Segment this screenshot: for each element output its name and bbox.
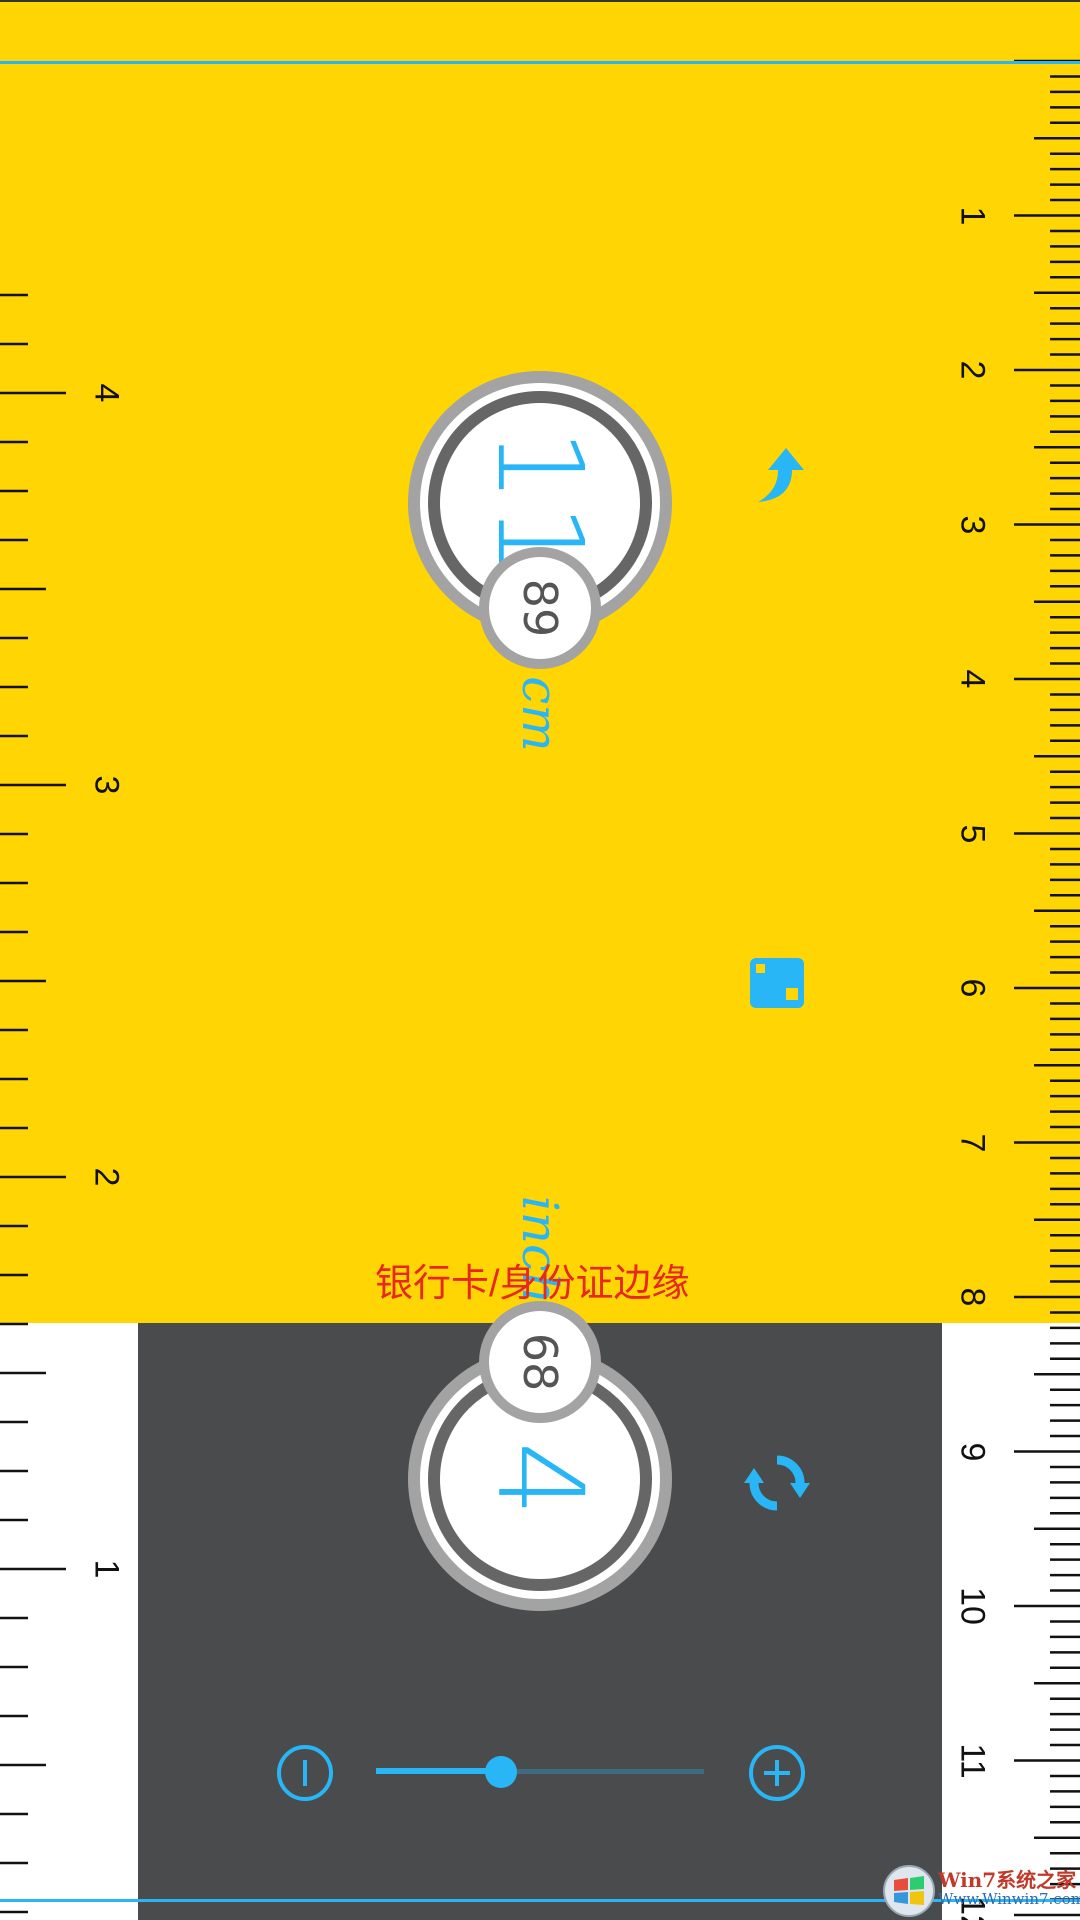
card-button[interactable]	[744, 948, 814, 1018]
cm-ruler-label: 9	[953, 1442, 992, 1461]
ruler-screen: 4321 1 2 3 4 5 6 7 8 9 10 11 12 11 89 cm inch 银行卡/身…	[0, 0, 1080, 1920]
plus-circle-icon	[749, 1745, 805, 1801]
undo-arrow-icon	[758, 448, 804, 502]
zoom-out-button[interactable]	[270, 1738, 340, 1808]
ruler-ticks	[0, 59, 1080, 1917]
watermark-url: Www.Winwin7.com	[938, 1890, 1080, 1908]
measure-guide-top[interactable]	[0, 61, 1080, 64]
inch-ruler-label: 2	[87, 1167, 126, 1187]
cm-ruler-label: 2	[953, 360, 992, 380]
refresh-button[interactable]	[742, 1448, 812, 1518]
inch-ruler-label: 4	[87, 383, 126, 403]
refresh-icon	[744, 1455, 810, 1511]
cm-ruler-label: 1	[953, 206, 992, 225]
cm-ruler-label: 4	[953, 669, 992, 689]
card-edge-hint: 银行卡/身份证边缘	[375, 1263, 690, 1305]
inch-fraction-value: 68	[513, 1332, 567, 1392]
minus-circle-icon	[277, 1745, 333, 1801]
zoom-slider-fill	[376, 1768, 501, 1774]
cm-ruler-label: 7	[953, 1133, 992, 1152]
cm-ruler-label: 10	[953, 1587, 992, 1625]
inch-fraction-dial: 68	[479, 1301, 601, 1423]
card-icon	[750, 958, 804, 1008]
cm-ruler-label: 6	[953, 978, 992, 998]
undo-button[interactable]	[744, 440, 814, 510]
inch-main-value: 4	[471, 1441, 609, 1517]
zoom-in-button[interactable]	[742, 1738, 812, 1808]
cm-ruler-label: 5	[953, 824, 992, 843]
watermark-brand: Win7系统之家	[938, 1868, 1077, 1892]
inch-ruler-label: 1	[87, 1559, 126, 1579]
watermark-logo: Win7系统之家 Www.Winwin7.com	[880, 1860, 1080, 1920]
cm-ruler-label: 8	[953, 1287, 992, 1307]
cm-ruler-label: 11	[953, 1742, 992, 1779]
zoom-slider[interactable]	[376, 1756, 704, 1788]
cm-ruler-label: 3	[953, 515, 992, 534]
inch-ruler-label: 3	[87, 775, 126, 795]
zoom-slider-thumb[interactable]	[484, 1756, 517, 1788]
cm-fraction-value: 89	[513, 578, 567, 638]
cm-unit-label: cm	[511, 676, 569, 752]
windows-logo-icon	[883, 1865, 935, 1917]
cm-fraction-dial: 89	[479, 547, 601, 669]
